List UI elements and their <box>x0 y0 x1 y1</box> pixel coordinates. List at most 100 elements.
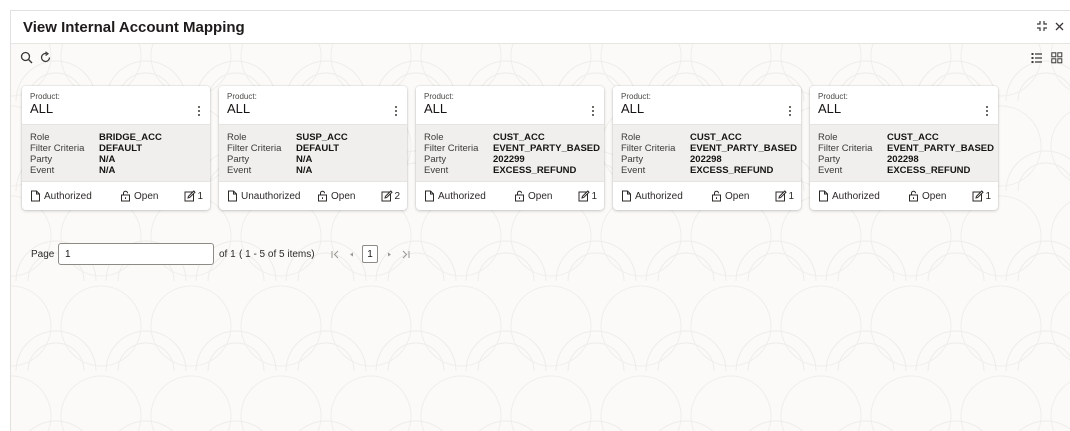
kebab-menu-icon[interactable] <box>787 106 793 118</box>
mapping-card[interactable]: Product: ALL Role CUST_ACC Filter Criteria EV… <box>613 86 801 210</box>
card-header: Product: ALL <box>416 86 604 124</box>
record-status: Open <box>317 190 355 202</box>
page-title: View Internal Account Mapping <box>23 19 245 36</box>
modification-count: 1 <box>972 190 991 202</box>
party-value: N/A <box>99 154 116 165</box>
record-status-text: Open <box>922 190 947 202</box>
role-value: CUST_ACC <box>493 132 545 143</box>
card-details: Role BRIDGE_ACC Filter Criteria DEFAULT Part… <box>22 124 210 182</box>
kebab-menu-icon[interactable] <box>590 106 596 118</box>
kebab-menu-icon[interactable] <box>984 106 990 118</box>
event-label: Event <box>227 165 252 176</box>
refresh-icon[interactable] <box>39 51 53 65</box>
record-status-text: Open <box>528 190 553 202</box>
modification-count-text: 2 <box>394 190 400 202</box>
authorization-status-text: Authorized <box>635 190 683 202</box>
party-label: Party <box>818 154 841 165</box>
grid-view-icon[interactable] <box>1051 52 1065 66</box>
current-page-button[interactable]: 1 <box>362 245 378 263</box>
role-label: Role <box>621 132 641 143</box>
card-header: Product: ALL <box>613 86 801 124</box>
product-label: Product: <box>227 92 257 101</box>
filter-criteria-value: DEFAULT <box>99 143 143 154</box>
authorization-status-text: Authorized <box>832 190 880 202</box>
mapping-card[interactable]: Product: ALL Role BRIDGE_ACC Filter Criteria… <box>22 86 210 210</box>
party-value: N/A <box>296 154 313 165</box>
unlock-icon <box>908 190 919 202</box>
role-value: CUST_ACC <box>887 132 939 143</box>
edit-icon <box>972 190 985 202</box>
product-label: Product: <box>424 92 454 101</box>
unlock-icon <box>317 190 328 202</box>
edit-icon <box>775 190 788 202</box>
modification-count-text: 1 <box>591 190 597 202</box>
page-label: Page <box>31 249 55 260</box>
record-status-text: Open <box>134 190 159 202</box>
card-footer: Authorized Open 1 <box>810 182 998 210</box>
search-icon[interactable] <box>20 51 34 65</box>
event-value: N/A <box>296 165 313 176</box>
modification-count: 1 <box>578 190 597 202</box>
card-details: Role CUST_ACC Filter Criteria EVENT_PARTY_B… <box>416 124 604 182</box>
event-value: EXCESS_REFUND <box>690 165 774 176</box>
last-page-icon[interactable] <box>397 246 413 262</box>
document-icon <box>818 190 829 202</box>
product-label: Product: <box>818 92 848 101</box>
modification-count-text: 1 <box>788 190 794 202</box>
record-status: Open <box>908 190 946 202</box>
expand-icon[interactable] <box>1036 20 1048 32</box>
product-label: Product: <box>621 92 651 101</box>
card-footer: Authorized Open 1 <box>613 182 801 210</box>
card-details: Role CUST_ACC Filter Criteria EVENT_PARTY_B… <box>613 124 801 182</box>
record-status: Open <box>514 190 552 202</box>
role-value: BRIDGE_ACC <box>99 132 162 143</box>
kebab-menu-icon[interactable] <box>393 106 399 118</box>
modification-count-text: 1 <box>197 190 203 202</box>
filter-criteria-label: Filter Criteria <box>227 143 282 154</box>
role-value: CUST_ACC <box>690 132 742 143</box>
page-input[interactable] <box>58 243 214 265</box>
card-header: Product: ALL <box>219 86 407 124</box>
role-label: Role <box>424 132 444 143</box>
record-status: Open <box>711 190 749 202</box>
role-label: Role <box>30 132 50 143</box>
authorization-status-text: Authorized <box>438 190 486 202</box>
modification-count: 1 <box>775 190 794 202</box>
filter-criteria-value: EVENT_PARTY_BASED <box>887 143 994 154</box>
unlock-icon <box>711 190 722 202</box>
authorization-status: Unauthorized <box>227 190 300 202</box>
party-value: 202298 <box>690 154 722 165</box>
filter-criteria-value: DEFAULT <box>296 143 340 154</box>
list-view-icon[interactable] <box>1031 52 1045 66</box>
mapping-card[interactable]: Product: ALL Role CUST_ACC Filter Criteria EV… <box>810 86 998 210</box>
edit-icon <box>184 190 197 202</box>
previous-page-icon[interactable] <box>343 246 359 262</box>
document-icon <box>424 190 435 202</box>
card-header: Product: ALL <box>810 86 998 124</box>
record-status: Open <box>120 190 158 202</box>
mapping-card[interactable]: Product: ALL Role CUST_ACC Filter Criteria EV… <box>416 86 604 210</box>
next-page-icon[interactable] <box>381 246 397 262</box>
document-icon <box>30 190 41 202</box>
title-bar: View Internal Account Mapping <box>11 11 1070 44</box>
event-value: N/A <box>99 165 116 176</box>
card-footer: Authorized Open 1 <box>416 182 604 210</box>
filter-criteria-value: EVENT_PARTY_BASED <box>690 143 797 154</box>
close-icon[interactable] <box>1054 21 1065 32</box>
modification-count: 2 <box>381 190 400 202</box>
authorization-status: Authorized <box>818 190 880 202</box>
role-label: Role <box>227 132 247 143</box>
page-count: of 1 <box>219 249 236 260</box>
card-footer: Unauthorized Open 2 <box>219 182 407 210</box>
product-value: ALL <box>227 101 251 116</box>
product-value: ALL <box>424 101 448 116</box>
kebab-menu-icon[interactable] <box>196 106 202 118</box>
party-value: 202298 <box>887 154 919 165</box>
role-label: Role <box>818 132 838 143</box>
role-value: SUSP_ACC <box>296 132 348 143</box>
filter-criteria-label: Filter Criteria <box>424 143 479 154</box>
first-page-icon[interactable] <box>327 246 343 262</box>
party-label: Party <box>424 154 447 165</box>
authorization-status: Authorized <box>621 190 683 202</box>
mapping-card[interactable]: Product: ALL Role SUSP_ACC Filter Criteria DE… <box>219 86 407 210</box>
